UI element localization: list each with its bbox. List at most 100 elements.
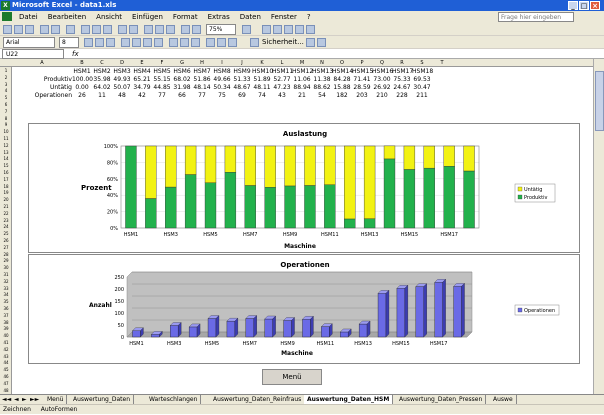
vertical-scrollbar[interactable] [593, 59, 604, 394]
table-cell[interactable]: 21 [292, 92, 312, 100]
table-cell[interactable]: 75 [212, 92, 232, 100]
column-header[interactable]: F [152, 59, 172, 67]
table-cell[interactable]: 48.67 [232, 84, 252, 92]
font-combo[interactable]: Arial [3, 37, 55, 48]
fx-icon[interactable]: fx [72, 49, 79, 59]
redo-icon[interactable] [129, 25, 138, 34]
table-cell[interactable]: HSM9 [232, 68, 252, 76]
table-cell[interactable]: HSM15 [352, 68, 373, 76]
table-cell[interactable]: 55.15 [152, 76, 172, 84]
align-center-icon[interactable] [132, 38, 141, 47]
table-cell[interactable]: 15.88 [332, 84, 352, 92]
underline-icon[interactable] [106, 38, 115, 47]
table-cell[interactable]: HSM5 [152, 68, 172, 76]
copy-icon[interactable] [92, 25, 101, 34]
table-cell[interactable]: 71.41 [352, 76, 372, 84]
table-cell[interactable]: 228 [392, 92, 412, 100]
toolbar-icon-a[interactable] [262, 25, 271, 34]
table-cell[interactable]: 84.28 [332, 76, 352, 84]
security-button[interactable]: Sicherheit... [262, 36, 304, 49]
merge-icon[interactable] [154, 38, 163, 47]
table-cell[interactable]: 203 [352, 92, 372, 100]
column-header[interactable]: N [312, 59, 332, 67]
table-cell[interactable]: 211 [412, 92, 432, 100]
column-header[interactable]: K [252, 59, 272, 67]
column-header[interactable]: C [92, 59, 112, 67]
name-box[interactable]: U22 [2, 49, 64, 59]
column-header[interactable]: B [72, 59, 92, 67]
column-header[interactable]: D [112, 59, 132, 67]
column-header[interactable]: O [332, 59, 352, 67]
table-cell[interactable]: 100.00 [72, 76, 93, 84]
table-cell[interactable]: 75.33 [392, 76, 412, 84]
table-cell[interactable]: 73.00 [372, 76, 392, 84]
print-icon[interactable] [40, 25, 49, 34]
column-header[interactable]: R [392, 59, 412, 67]
paste-icon[interactable] [103, 25, 112, 34]
border-icon[interactable] [206, 38, 215, 47]
toolbar-icon-e[interactable] [306, 25, 315, 34]
italic-icon[interactable] [95, 38, 104, 47]
open-icon[interactable] [14, 25, 23, 34]
drawing-icon[interactable] [192, 25, 201, 34]
column-header[interactable]: T [432, 59, 452, 67]
font-size-combo[interactable]: 8 [59, 37, 79, 48]
table-cell[interactable]: 77 [192, 92, 212, 100]
percent-icon[interactable] [180, 38, 189, 47]
table-cell[interactable]: 50.34 [212, 84, 232, 92]
table-cell[interactable]: 34.79 [132, 84, 152, 92]
table-cell[interactable]: 42 [132, 92, 152, 100]
tab-nav-first-icon[interactable]: ◄◄ [2, 395, 11, 404]
thousands-icon[interactable] [191, 38, 200, 47]
column-header[interactable]: L [272, 59, 292, 67]
menu-item-format[interactable]: Format [168, 11, 203, 23]
bold-icon[interactable] [84, 38, 93, 47]
table-cell[interactable]: HSM12 [292, 68, 313, 76]
menu-item-datei[interactable]: Datei [14, 11, 43, 23]
table-cell[interactable]: 44.85 [152, 84, 172, 92]
column-header[interactable]: S [412, 59, 432, 67]
table-cell[interactable]: 49.66 [212, 76, 232, 84]
table-cell[interactable]: HSM17 [392, 68, 413, 76]
table-cell[interactable]: 88.94 [292, 84, 312, 92]
menu-item-bearbeiten[interactable]: Bearbeiten [43, 11, 91, 23]
table-cell[interactable]: HSM13 [312, 68, 333, 76]
tools-icon[interactable] [317, 38, 326, 47]
column-header[interactable]: P [352, 59, 372, 67]
security-icon[interactable] [250, 38, 259, 47]
column-header[interactable]: H [192, 59, 212, 67]
table-cell[interactable]: 31.98 [172, 84, 192, 92]
table-cell[interactable]: 182 [332, 92, 352, 100]
menu-button[interactable]: Menü [262, 369, 322, 385]
visual-basic-icon[interactable] [306, 38, 315, 47]
table-cell[interactable]: HSM16 [372, 68, 393, 76]
table-cell[interactable]: HSM2 [92, 68, 112, 76]
draw-menu[interactable]: Zeichnen [3, 406, 31, 413]
column-header[interactable]: E [132, 59, 152, 67]
help-icon[interactable] [242, 25, 251, 34]
table-cell[interactable]: 54 [312, 92, 332, 100]
table-cell[interactable]: 69 [232, 92, 252, 100]
sort-asc-icon[interactable] [155, 25, 164, 34]
table-cell[interactable]: 11.06 [292, 76, 312, 84]
table-cell[interactable]: 51.33 [232, 76, 252, 84]
preview-icon[interactable] [51, 25, 60, 34]
table-cell[interactable]: HSM10 [252, 68, 273, 76]
table-cell[interactable]: HSM11 [272, 68, 293, 76]
font-color-icon[interactable] [228, 38, 237, 47]
align-right-icon[interactable] [143, 38, 152, 47]
spelling-icon[interactable] [66, 25, 75, 34]
table-cell[interactable]: HSM3 [112, 68, 132, 76]
table-cell[interactable]: 52.77 [272, 76, 292, 84]
table-cell[interactable]: 66 [172, 92, 192, 100]
menu-item-extras[interactable]: Extras [203, 11, 235, 23]
table-cell[interactable]: HSM1 [72, 68, 92, 76]
table-cell[interactable]: 49.93 [112, 76, 132, 84]
sort-desc-icon[interactable] [166, 25, 175, 34]
table-cell[interactable]: HSM8 [212, 68, 232, 76]
auslastung-chart[interactable]: Auslastung Prozent Maschine 0% 20% 40% 60% 80% 1… [28, 123, 580, 253]
column-header[interactable]: J [232, 59, 252, 67]
zoom-combo[interactable]: 75% [206, 24, 236, 35]
table-cell[interactable]: 77 [152, 92, 172, 100]
undo-icon[interactable] [118, 25, 127, 34]
